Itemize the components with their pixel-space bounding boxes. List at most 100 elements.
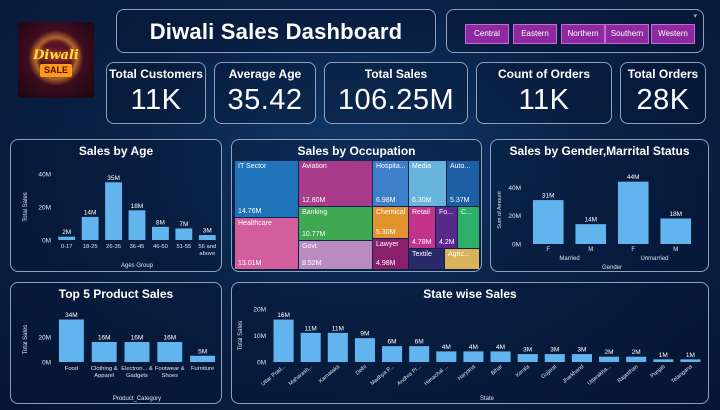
x-tick-label: 51-55 <box>176 244 191 250</box>
bar <box>382 346 403 362</box>
data-label: 2M <box>62 229 71 236</box>
data-label: 3M <box>577 347 586 354</box>
top-products-panel: Top 5 Product Sales 0M 20M Total Sales 34M F… <box>10 282 222 404</box>
y-tick-label: 0M <box>42 360 51 367</box>
sales-by-age-panel: Sales by Age 0M 20M 40M Total Sales 2M 0-17 14… <box>10 139 222 272</box>
x-tick-label: Gujarat <box>540 364 558 380</box>
treemap-cell: Textile <box>409 249 444 269</box>
data-label: 16M <box>277 312 290 319</box>
x-tick-label: 18-25 <box>83 244 98 250</box>
x-axis-label: Product_Category <box>113 396 161 402</box>
data-label: 34M <box>65 312 78 319</box>
bar <box>175 228 193 240</box>
bar <box>151 226 169 240</box>
logo-line1: Diwali <box>33 48 79 63</box>
bar <box>58 319 84 362</box>
treemap-cell-name: IT Sector <box>238 163 267 170</box>
data-label: 2M <box>632 349 641 356</box>
x-tick-label: Furniture <box>191 366 214 372</box>
region-button-western[interactable]: Western <box>651 24 695 44</box>
kpi-value: 28K <box>636 84 690 116</box>
treemap-cell: Hospita... 6.98M <box>373 161 408 206</box>
x-tick-label: Electron... & <box>121 366 153 372</box>
x-tick-label: M <box>673 247 678 253</box>
y-tick-label: 20M <box>253 307 266 314</box>
kpi-value: 11K <box>518 84 570 116</box>
treemap-cell: Chemical 5.30M <box>373 207 408 238</box>
region-button-central[interactable]: Central <box>465 24 509 44</box>
treemap-cell-value: 5.30M <box>376 229 396 236</box>
treemap-cell-name: Banking <box>302 209 328 216</box>
treemap-cell: Healthcare 13.01M <box>235 218 298 269</box>
x-tick-label: Gadgets <box>126 373 148 379</box>
treemap-cell-value: 4.2M <box>439 239 455 246</box>
kpi-label: Total Orders <box>627 67 699 81</box>
treemap-cell-value: 13.01M <box>238 260 262 267</box>
treemap-cell-name: Media <box>412 163 432 170</box>
y-tick-label: 40M <box>38 172 51 179</box>
treemap-cell: Lawyer 4.98M <box>373 239 408 269</box>
x-tick-label: Uttar Prad... <box>260 364 287 388</box>
treemap-cell-name: Govt <box>302 243 317 250</box>
x-tick-label: M <box>588 247 593 253</box>
x-tick-label: Madhya P... <box>370 364 396 387</box>
y-tick-label: 20M <box>508 213 521 220</box>
treemap-cell: Retail 4.78M <box>409 207 435 248</box>
state-sales-chart: 0M 10M 20M Total Sales 16M Uttar Prad... 11M Ma… <box>238 307 701 402</box>
x-tick-label: 0-17 <box>61 244 73 250</box>
kpi-total-orders: Total Orders 28K <box>620 62 706 124</box>
data-label: 16M <box>163 335 176 342</box>
data-label: 3M <box>203 228 212 235</box>
bar <box>571 354 592 362</box>
region-button-northern[interactable]: Northern <box>561 24 605 44</box>
x-tick-label: Food <box>65 366 78 372</box>
treemap-cell: Agric... <box>445 249 479 269</box>
x-tick-label: 56 and <box>198 244 216 250</box>
treemap-cell-value: 14.76M <box>238 208 262 215</box>
data-label: 11M <box>305 325 317 332</box>
data-label: 1M <box>659 352 668 359</box>
bar <box>463 351 484 362</box>
y-tick-label: 10M <box>253 333 266 340</box>
region-button-southern[interactable]: Southern <box>605 24 649 44</box>
x-tick-label: Telangana <box>670 363 694 385</box>
x-tick-label: Bihar <box>490 364 504 377</box>
kpi-count-of-orders: Count of Orders 11K <box>476 62 612 124</box>
treemap-cell-name: C... <box>461 209 472 216</box>
dashboard-title: Diwali Sales Dashboard <box>149 19 403 44</box>
data-label: 4M <box>469 344 478 351</box>
data-label: 14M <box>584 217 597 224</box>
bar <box>436 351 457 362</box>
x-tick-label: Kerala <box>515 363 532 378</box>
x-axis-label: Gender <box>602 265 622 271</box>
x-tick-label: Footwear & <box>155 366 185 372</box>
top-products-chart: 0M 20M Total Sales 34M Food 16M Clothing &Appa… <box>23 312 216 402</box>
chevron-down-icon[interactable]: ▾ <box>693 12 697 20</box>
sales-by-occupation-panel: Sales by Occupation IT Sector 14.76M Healt… <box>231 139 482 272</box>
bar <box>198 235 216 240</box>
x-tick-label: Himachal ... <box>423 364 449 388</box>
data-label: 16M <box>131 335 144 342</box>
kpi-label: Total Customers <box>109 67 203 81</box>
treemap-cell-value: 10.77M <box>302 231 326 238</box>
treemap-cell-name: Auto... <box>450 163 471 170</box>
state-sales-panel: State wise Sales 0M 10M 20M Total Sales 16M U… <box>231 282 709 404</box>
data-label: 11M <box>332 325 344 332</box>
treemap-cell-name: Retail <box>412 209 430 216</box>
x-tick-label: 46-50 <box>153 244 168 250</box>
treemap-cell-value: 4.78M <box>412 239 432 246</box>
diwali-sale-logo: Diwali SALE <box>18 22 94 98</box>
x-tick-label: Andhra Pr... <box>396 364 422 388</box>
bar <box>653 359 674 362</box>
kpi-total-sales: Total Sales 106.25M <box>324 62 468 124</box>
data-label: 3M <box>550 347 559 354</box>
kpi-total-customers: Total Customers 11K <box>106 62 206 124</box>
y-axis-label: Sum of Amount <box>497 191 503 229</box>
y-tick-label: 0M <box>512 242 521 249</box>
bar <box>517 354 538 362</box>
region-button-eastern[interactable]: Eastern <box>513 24 557 44</box>
sales-by-gender-chart: 0M 20M 40M Sum of Amount 31M F 14M M 44M F 18M M Mar… <box>497 174 692 271</box>
x-axis-label: Ages Group <box>121 263 154 269</box>
data-label: 2M <box>605 349 614 356</box>
x-tick-label: Clothing & <box>91 366 118 372</box>
